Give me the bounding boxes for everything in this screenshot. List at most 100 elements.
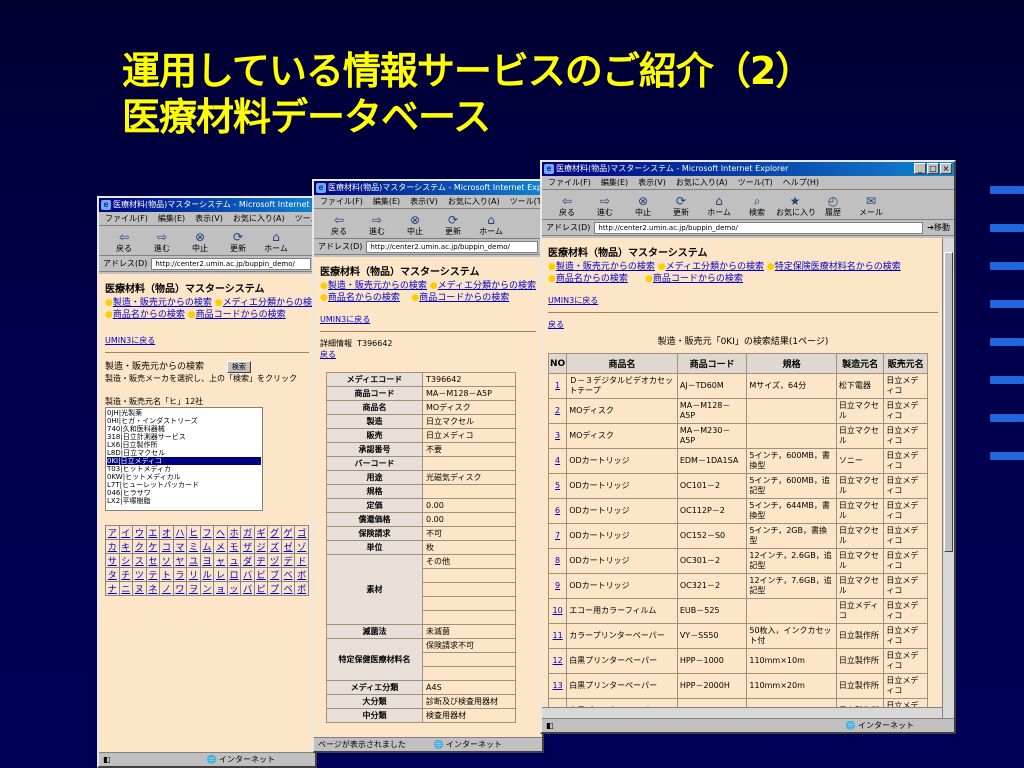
kana-link[interactable]: デ xyxy=(280,553,296,568)
list-item[interactable]: 0HI|ヒガ・インダストリーズ xyxy=(107,417,261,425)
kana-link[interactable]: チ xyxy=(118,567,134,582)
menu-view[interactable]: 表示(V) xyxy=(638,178,666,187)
kana-link[interactable]: グ xyxy=(267,525,282,540)
kana-link[interactable]: ブ xyxy=(267,567,282,582)
menu-edit[interactable]: 編集(E) xyxy=(373,197,400,206)
kana-link[interactable]: ウ xyxy=(132,525,147,540)
kana-link[interactable]: ヂ xyxy=(253,553,269,568)
refresh-button[interactable]: ⟳ 更新 xyxy=(434,213,472,236)
maker-listbox[interactable]: 0JH|光製薬 0HI|ヒガ・インダストリーズ 740|久和医科器械 318|日… xyxy=(105,407,263,511)
kana-link[interactable]: ポ xyxy=(294,581,309,596)
kana-link[interactable]: ヌ xyxy=(132,581,147,596)
browser-window-detail[interactable]: e 医療材料(物品)マスターシステム - Microsoft Internet … xyxy=(312,179,544,753)
row-number-link[interactable]: 4 xyxy=(547,448,568,474)
menu-favorites[interactable]: お気に入り(A) xyxy=(448,197,500,206)
row-number-link[interactable]: 7 xyxy=(547,523,568,549)
list-item[interactable]: L7T|ヒューレットパッカード xyxy=(107,481,261,489)
kana-link[interactable]: バ xyxy=(240,567,255,582)
vertical-scrollbar[interactable] xyxy=(942,238,954,718)
kana-link[interactable]: ラ xyxy=(172,567,188,582)
kana-link[interactable]: ッ xyxy=(226,581,242,596)
kana-link[interactable]: コ xyxy=(159,539,174,554)
kana-link[interactable]: ン xyxy=(199,581,215,596)
kana-link[interactable]: サ xyxy=(105,553,120,568)
row-number-link[interactable]: 13 xyxy=(547,673,568,699)
back-button[interactable]: ⇦ 戻る xyxy=(320,213,358,236)
list-item[interactable]: T03|ヒットメディカ xyxy=(107,465,261,473)
kana-link[interactable]: ヘ xyxy=(213,525,228,540)
kana-link[interactable]: ニ xyxy=(118,581,134,596)
history-button[interactable]: ◴ 履歴 xyxy=(814,194,852,217)
list-item[interactable]: 740|久和医科器械 xyxy=(107,425,261,433)
kana-link[interactable]: モ xyxy=(226,539,242,554)
address-input[interactable]: http://center2.umin.ac.jp/buppin_demo/ xyxy=(366,240,538,253)
kana-link[interactable]: ビ xyxy=(253,567,269,582)
row-number-link[interactable]: 12 xyxy=(547,648,568,674)
kana-link[interactable]: ダ xyxy=(240,553,255,568)
kana-link[interactable]: リ xyxy=(186,567,201,582)
menu-file[interactable]: ファイル(F) xyxy=(105,214,148,223)
row-number-link[interactable]: 3 xyxy=(547,423,568,449)
kana-link[interactable]: オ xyxy=(159,525,174,540)
row-number-link[interactable]: 1 xyxy=(547,373,568,399)
kana-link[interactable]: ョ xyxy=(213,581,228,596)
kana-link[interactable]: ク xyxy=(132,539,147,554)
kana-link[interactable]: ザ xyxy=(240,539,255,554)
kana-link[interactable]: エ xyxy=(145,525,161,540)
browser-window-maker-search[interactable]: e 医療材料(物品)マスターシステム - Microsoft Internet … xyxy=(97,196,317,768)
back-umin-link[interactable]: UMIN3に戻る xyxy=(320,315,370,324)
minimize-button[interactable]: _ xyxy=(914,163,926,174)
refresh-button[interactable]: ⟳ 更新 xyxy=(219,230,257,253)
kana-link[interactable]: ル xyxy=(199,567,215,582)
forward-button[interactable]: ⇨ 進む xyxy=(358,213,396,236)
refresh-button[interactable]: ⟳ 更新 xyxy=(662,194,700,217)
kana-link[interactable]: シ xyxy=(118,553,134,568)
kana-link[interactable]: ジ xyxy=(253,539,269,554)
link-code-search[interactable]: 商品コードからの検索 xyxy=(419,293,509,303)
link-class-search[interactable]: メディエ分類からの検索 xyxy=(223,298,315,308)
row-number-link[interactable]: 5 xyxy=(547,473,568,499)
maximize-button[interactable]: □ xyxy=(927,163,939,174)
row-number-link[interactable]: 11 xyxy=(547,623,568,649)
menu-tools[interactable]: ツール(T) xyxy=(510,197,542,206)
list-item[interactable]: 0KW|ヒットメディカル xyxy=(107,473,261,481)
menu-edit[interactable]: 編集(E) xyxy=(158,214,185,223)
menu-favorites[interactable]: お気に入り(A) xyxy=(233,214,285,223)
home-button[interactable]: ⌂ ホーム xyxy=(700,194,738,217)
kana-link[interactable]: メ xyxy=(213,539,228,554)
stop-button[interactable]: ⊗ 中止 xyxy=(396,213,434,236)
kana-link[interactable]: ロ xyxy=(226,567,242,582)
list-item-selected[interactable]: 0KI|日立メディコ xyxy=(107,457,261,465)
kana-link[interactable]: カ xyxy=(105,539,120,554)
row-number-link[interactable]: 10 xyxy=(547,598,568,624)
kana-link[interactable]: ゾ xyxy=(294,539,309,554)
kana-link[interactable]: ス xyxy=(132,553,147,568)
kana-link[interactable]: ハ xyxy=(172,525,188,540)
kana-link[interactable]: ケ xyxy=(145,539,161,554)
row-number-link[interactable]: 6 xyxy=(547,498,568,524)
kana-link[interactable]: プ xyxy=(267,581,282,596)
search-toolbar-button[interactable]: ⌕ 検索 xyxy=(738,194,776,217)
kana-link[interactable]: ピ xyxy=(253,581,269,596)
list-item[interactable]: LX2|平塚樹脂 xyxy=(107,497,261,505)
stop-button[interactable]: ⊗ 中止 xyxy=(181,230,219,253)
menu-view[interactable]: 表示(V) xyxy=(195,214,223,223)
list-item[interactable]: L8D|日立マクセル xyxy=(107,449,261,457)
kana-link[interactable]: マ xyxy=(172,539,188,554)
back-button[interactable]: ⇦ 戻る xyxy=(105,230,143,253)
kana-link[interactable]: ナ xyxy=(105,581,120,596)
menu-tools[interactable]: ツール(T) xyxy=(738,178,773,187)
kana-link[interactable]: フ xyxy=(199,525,215,540)
kana-link[interactable]: ソ xyxy=(159,553,174,568)
back-umin-link[interactable]: UMIN3に戻る xyxy=(105,336,155,345)
menu-file[interactable]: ファイル(F) xyxy=(548,178,591,187)
favorites-button[interactable]: ★ お気に入り xyxy=(776,194,816,217)
kana-link[interactable]: ノ xyxy=(159,581,174,596)
menu-view[interactable]: 表示(V) xyxy=(410,197,438,206)
kana-link[interactable]: ド xyxy=(294,553,309,568)
row-number-link[interactable]: 8 xyxy=(547,548,568,574)
window-titlebar[interactable]: e 医療材料(物品)マスターシステム - Microsoft Internet … xyxy=(542,162,954,176)
kana-link[interactable]: ヅ xyxy=(267,553,282,568)
kana-link[interactable]: ゲ xyxy=(280,525,296,540)
kana-link[interactable]: レ xyxy=(213,567,228,582)
